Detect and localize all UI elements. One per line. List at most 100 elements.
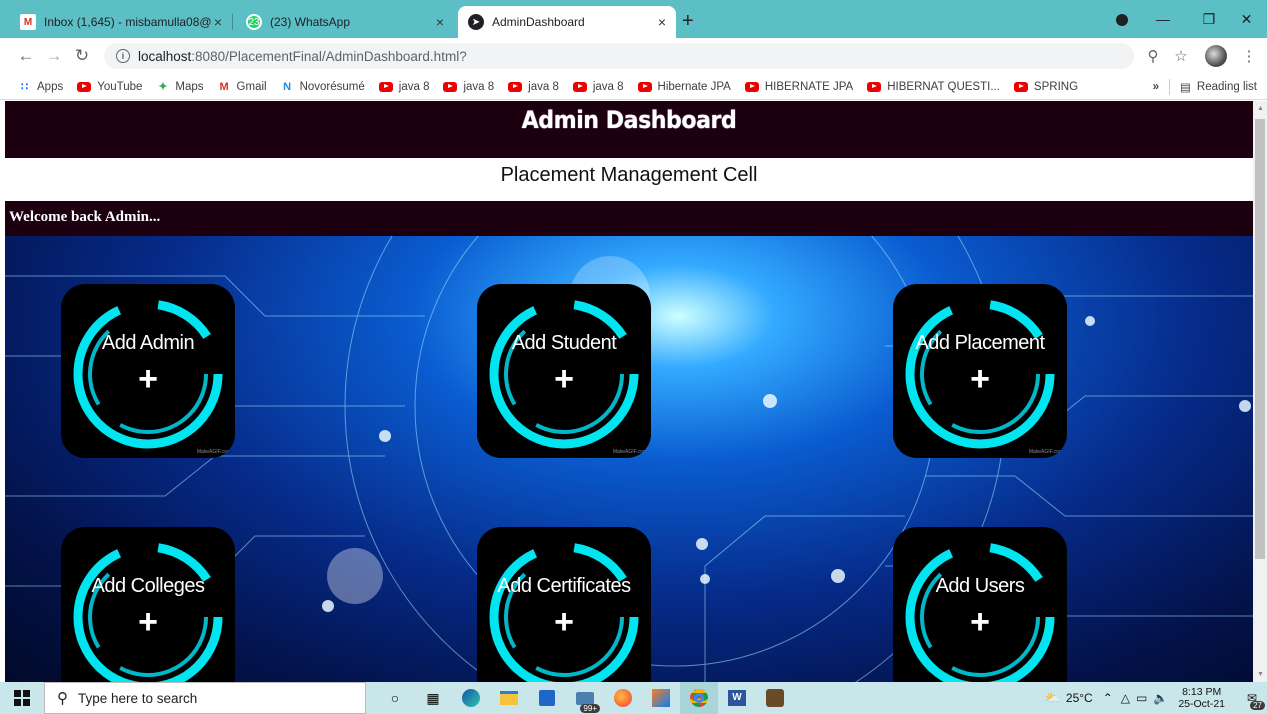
bookmark-spring[interactable]: SPRING — [1013, 81, 1078, 93]
bookmarks-bar: ∷ Apps YouTube ✦ Maps M Gmail N Novorésumé j… — [0, 74, 1267, 100]
windows-logo-icon — [14, 690, 30, 706]
search-placeholder: Type here to search — [78, 690, 198, 706]
plus-icon: + — [138, 360, 158, 398]
bookmark-java8[interactable]: java 8 — [572, 80, 624, 93]
edge-icon[interactable] — [452, 682, 490, 714]
app-icon[interactable] — [756, 682, 794, 714]
chrome-icon[interactable] — [680, 682, 718, 714]
bookmark-label: HIBERNATE JPA — [764, 80, 854, 93]
tab-gmail[interactable]: M Inbox (1,645) - misbamulla08@g × — [10, 6, 233, 38]
intellij-icon[interactable] — [642, 682, 680, 714]
time: 8:13 PM — [1182, 686, 1222, 698]
word-icon[interactable]: W — [718, 682, 756, 714]
page-viewport: Admin Dashboard Placement Management Cel… — [5, 101, 1253, 682]
search-icon: ⚲ — [57, 690, 68, 707]
add-users-card[interactable]: Add Users + — [893, 527, 1067, 682]
reading-list-button[interactable]: Reading list — [1197, 81, 1257, 93]
youtube-icon — [508, 81, 523, 92]
store-icon[interactable] — [528, 682, 566, 714]
tab-title: Inbox (1,645) - misbamulla08@g — [44, 15, 212, 29]
bookmark-youtube[interactable]: YouTube — [77, 81, 142, 93]
task-view-icon[interactable]: ▦ — [414, 682, 452, 714]
back-arrow-icon[interactable]: ← — [12, 46, 40, 66]
plus-icon: + — [970, 603, 990, 641]
menu-icon[interactable]: ⋮ — [1236, 38, 1262, 74]
battery-icon[interactable]: ▭ — [1136, 691, 1147, 705]
notification-center-icon[interactable]: ✉ 27 — [1237, 682, 1267, 714]
avatar-image — [1205, 45, 1227, 67]
bookmark-star-icon[interactable]: ☆ — [1168, 38, 1194, 74]
weather-temp[interactable]: 25°C — [1066, 691, 1093, 705]
bookmark-hibernate-jpa[interactable]: Hibernate JPA — [637, 80, 731, 93]
bookmark-hibernat-questions[interactable]: HIBERNAT QUESTI... — [867, 81, 1000, 93]
bookmark-maps[interactable]: ✦ Maps — [156, 80, 204, 94]
plus-icon: + — [554, 360, 574, 398]
mail-app-icon[interactable]: 99+ — [566, 682, 604, 714]
weather-icon: ⛅ — [1044, 691, 1060, 705]
minimize-button[interactable]: — — [1140, 0, 1186, 38]
file-explorer-icon[interactable] — [490, 682, 528, 714]
bookmark-java8[interactable]: java 8 — [378, 81, 429, 93]
profile-avatar[interactable] — [1203, 38, 1229, 74]
clock[interactable]: 8:13 PM 25-Oct-21 — [1178, 686, 1225, 710]
page-scrollbar[interactable]: ▲ ▼ — [1253, 101, 1267, 682]
add-certificates-card[interactable]: Add Certificates + — [477, 527, 651, 682]
page-title: Admin Dashboard — [521, 106, 737, 134]
watermark: MakeAGIF.com — [1028, 449, 1063, 455]
scroll-up-icon[interactable]: ▲ — [1257, 105, 1264, 112]
bookmark-hibernate-jpa-upper[interactable]: HIBERNATE JPA — [744, 80, 854, 93]
bookmark-label: Gmail — [236, 80, 267, 93]
notification-badge: 99+ — [580, 704, 600, 713]
card-label: Add Colleges — [91, 575, 205, 597]
bookmark-apps[interactable]: ∷ Apps — [18, 80, 63, 94]
reload-icon[interactable]: ↻ — [68, 46, 96, 66]
youtube-icon — [867, 81, 882, 92]
taskbar-search[interactable]: ⚲ Type here to search — [44, 682, 366, 714]
bookmark-gmail[interactable]: M Gmail — [218, 80, 267, 93]
welcome-message: Welcome back Admin... — [5, 201, 1253, 236]
add-admin-card[interactable]: Add Admin + MakeAGIF.com — [61, 284, 235, 458]
close-tab-icon[interactable]: × — [214, 14, 222, 30]
bookmark-java8[interactable]: java 8 — [443, 81, 494, 93]
scroll-down-icon[interactable]: ▼ — [1257, 671, 1264, 678]
circuit-background: Add Admin + MakeAGIF.com Add Student + M… — [5, 236, 1253, 682]
zoom-icon[interactable]: ⚲ — [1140, 38, 1166, 74]
bookmark-java8[interactable]: java 8 — [508, 81, 559, 93]
network-icon[interactable]: △ — [1121, 691, 1130, 705]
dashboard-header: Admin Dashboard — [5, 101, 1253, 158]
bookmark-label: java 8 — [592, 80, 624, 93]
close-tab-icon[interactable]: × — [658, 14, 666, 30]
tab-search-icon[interactable] — [1116, 14, 1128, 26]
firefox-icon[interactable] — [604, 682, 642, 714]
site-info-icon[interactable]: i — [116, 49, 130, 63]
bookmark-label: Maps — [175, 80, 204, 93]
more-bookmarks-button[interactable]: » — [1153, 81, 1159, 93]
bookmark-label: java 8 — [528, 80, 559, 93]
youtube-icon — [1013, 81, 1028, 92]
bookmark-label: Hibernate JPA — [657, 80, 731, 93]
close-tab-icon[interactable]: × — [436, 14, 444, 30]
youtube-icon — [744, 81, 759, 92]
page-icon: ➤ — [468, 14, 484, 30]
bookmark-label: YouTube — [97, 80, 143, 93]
tab-admin-dashboard[interactable]: ➤ AdminDashboard × — [458, 6, 676, 38]
forward-arrow-icon[interactable]: → — [40, 46, 68, 66]
volume-icon[interactable]: 🔈 — [1153, 691, 1168, 705]
novoresume-icon: N — [283, 80, 292, 93]
add-student-card[interactable]: Add Student + MakeAGIF.com — [477, 284, 651, 458]
tab-whatsapp[interactable]: 23 (23) WhatsApp × — [236, 6, 454, 38]
cortana-icon[interactable]: ○ — [376, 682, 414, 714]
scroll-thumb[interactable] — [1255, 119, 1265, 559]
new-tab-button[interactable]: + — [682, 10, 694, 33]
system-tray: ⛅ 25°C ⌃ △ ▭ 🔈 8:13 PM 25-Oct-21 ✉ 27 — [1045, 682, 1267, 714]
chevron-up-icon[interactable]: ⌃ — [1103, 691, 1113, 705]
windows-start-button[interactable] — [0, 690, 44, 706]
add-placement-card[interactable]: Add Placement + MakeAGIF.com — [893, 284, 1067, 458]
bookmark-novoresume[interactable]: N Novorésumé — [281, 80, 365, 93]
add-colleges-card[interactable]: Add Colleges + — [61, 527, 235, 682]
notification-count: 27 — [1250, 701, 1265, 710]
address-bar[interactable]: i localhost:8080/PlacementFinal/AdminDas… — [104, 43, 1134, 69]
windows-taskbar: ⚲ Type here to search ○ ▦ 99+ W ⛅ 25°C ⌃… — [0, 682, 1267, 714]
close-window-button[interactable]: ✕ — [1226, 0, 1267, 38]
tab-title: (23) WhatsApp — [270, 15, 351, 29]
